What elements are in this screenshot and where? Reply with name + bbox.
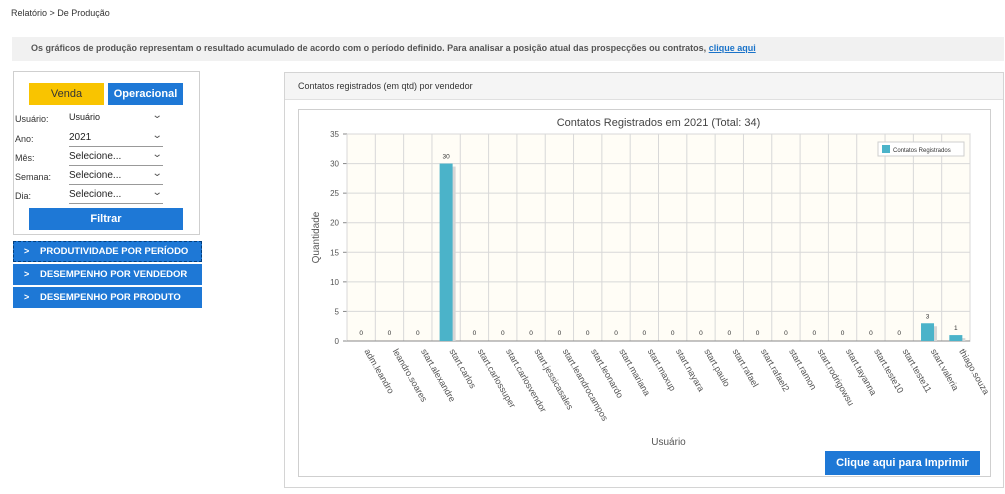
x-tick-label: start.carlos <box>447 347 478 391</box>
chevron-down-icon: ⌄ <box>151 149 163 160</box>
accordion-desempenho-por-produto[interactable]: > DESEMPENHO POR PRODUTO <box>13 287 202 308</box>
bar <box>439 163 453 341</box>
bar <box>921 323 935 341</box>
mes-select[interactable]: Selecione... ⌄ <box>69 149 163 166</box>
data-label: 30 <box>442 154 450 161</box>
filter-semana-label: Semana: <box>15 172 52 182</box>
filter-usuario-label: Usuário: <box>15 114 49 124</box>
breadcrumb: Relatório > De Produção <box>11 8 110 18</box>
filter-dia-label: Dia: <box>15 191 32 201</box>
x-axis-label: Usuário <box>651 437 686 448</box>
data-label: 0 <box>473 330 477 337</box>
filter-ano-label: Ano: <box>15 134 34 144</box>
legend-label: Contatos Registrados <box>893 148 951 154</box>
data-label: 0 <box>558 330 562 337</box>
data-label: 0 <box>501 330 505 337</box>
tab-venda[interactable]: Venda <box>29 83 104 105</box>
print-button[interactable]: Clique aqui para Imprimir <box>825 451 980 475</box>
data-label: 0 <box>643 330 647 337</box>
x-tick-label: start.rafael2 <box>759 347 791 393</box>
x-tick-label: thiago.souza <box>957 347 990 396</box>
y-tick-label: 15 <box>330 248 339 257</box>
data-label: 0 <box>727 330 731 337</box>
chevron-down-icon: ⌄ <box>151 110 163 121</box>
y-tick-label: 0 <box>335 337 340 346</box>
chevron-down-icon: ⌄ <box>151 130 163 141</box>
mes-select-value: Selecione... <box>69 151 122 162</box>
chevron-down-icon: ⌄ <box>151 187 163 198</box>
data-label: 0 <box>359 330 363 337</box>
usuario-select-value: Usuário <box>69 112 101 122</box>
chevron-right-icon: > <box>24 269 30 279</box>
y-tick-label: 30 <box>330 160 339 169</box>
x-tick-label: start.paulo <box>702 347 732 388</box>
y-tick-label: 10 <box>330 278 339 287</box>
x-tick-label: start.teste11 <box>900 347 933 394</box>
data-label: 0 <box>869 330 873 337</box>
x-tick-label: start.teste10 <box>872 347 905 395</box>
info-bar: Os gráficos de produção representam o re… <box>12 37 1004 61</box>
accordion-label: DESEMPENHO POR VENDEDOR <box>40 269 188 280</box>
data-label: 0 <box>586 330 590 337</box>
accordion-produtividade-por-periodo[interactable]: > PRODUTIVIDADE POR PERÍODO <box>13 241 202 262</box>
chart-title: Contatos Registrados em 2021 (Total: 34) <box>557 117 761 129</box>
x-tick-label: start.rafael <box>731 347 761 389</box>
data-label: 0 <box>671 330 675 337</box>
semana-select[interactable]: Selecione... ⌄ <box>69 168 163 185</box>
data-label: 0 <box>614 330 618 337</box>
y-tick-label: 25 <box>330 189 339 198</box>
data-label: 0 <box>416 330 420 337</box>
ano-select[interactable]: 2021 ⌄ <box>69 130 163 147</box>
data-label: 0 <box>784 330 788 337</box>
accordion-desempenho-por-vendedor[interactable]: > DESEMPENHO POR VENDEDOR <box>13 264 202 285</box>
y-axis-label: Quantidade <box>311 211 322 263</box>
filtrar-button[interactable]: Filtrar <box>29 208 183 230</box>
x-tick-label: start.ramon <box>787 347 818 391</box>
data-label: 0 <box>756 330 760 337</box>
ano-select-value: 2021 <box>69 132 92 143</box>
bar-chart: Contatos Registrados em 2021 (Total: 34)… <box>311 117 991 448</box>
chart-panel-title: Contatos registrados (em qtd) por vended… <box>285 73 1003 100</box>
legend-swatch <box>882 145 890 153</box>
filter-panel: Venda Operacional Usuário: Usuário ⌄ Ano… <box>13 71 200 235</box>
data-label: 0 <box>529 330 533 337</box>
usuario-select[interactable]: Usuário ⌄ <box>69 110 163 126</box>
data-label: 0 <box>388 330 392 337</box>
x-tick-label: start.valeria <box>929 347 961 392</box>
chevron-down-icon: ⌄ <box>151 168 163 179</box>
bar <box>949 335 963 341</box>
data-label: 0 <box>812 330 816 337</box>
x-tick-label: start.nayara <box>674 347 706 393</box>
tab-operacional[interactable]: Operacional <box>108 83 183 105</box>
x-tick-label: start.maxup <box>646 347 678 393</box>
y-tick-label: 35 <box>330 130 339 139</box>
dia-select-value: Selecione... <box>69 189 122 200</box>
accordion-label: DESEMPENHO POR PRODUTO <box>40 292 181 303</box>
chart-container: Contatos Registrados em 2021 (Total: 34)… <box>298 109 991 477</box>
accordion-label: PRODUTIVIDADE POR PERÍODO <box>40 246 189 257</box>
chevron-right-icon: > <box>24 292 30 302</box>
x-tick-label: adm.leandro <box>362 347 396 395</box>
data-label: 1 <box>954 325 958 332</box>
filter-mes-label: Mês: <box>15 153 35 163</box>
y-tick-label: 5 <box>335 307 340 316</box>
semana-select-value: Selecione... <box>69 170 122 181</box>
chart-panel: Contatos registrados (em qtd) por vended… <box>284 72 1004 488</box>
data-label: 3 <box>926 313 930 320</box>
dia-select[interactable]: Selecione... ⌄ <box>69 187 163 204</box>
info-link[interactable]: clique aqui <box>709 43 756 53</box>
data-label: 0 <box>699 330 703 337</box>
chevron-right-icon: > <box>24 246 30 256</box>
data-label: 0 <box>841 330 845 337</box>
y-tick-label: 20 <box>330 219 339 228</box>
data-label: 0 <box>897 330 901 337</box>
info-text: Os gráficos de produção representam o re… <box>31 43 707 53</box>
